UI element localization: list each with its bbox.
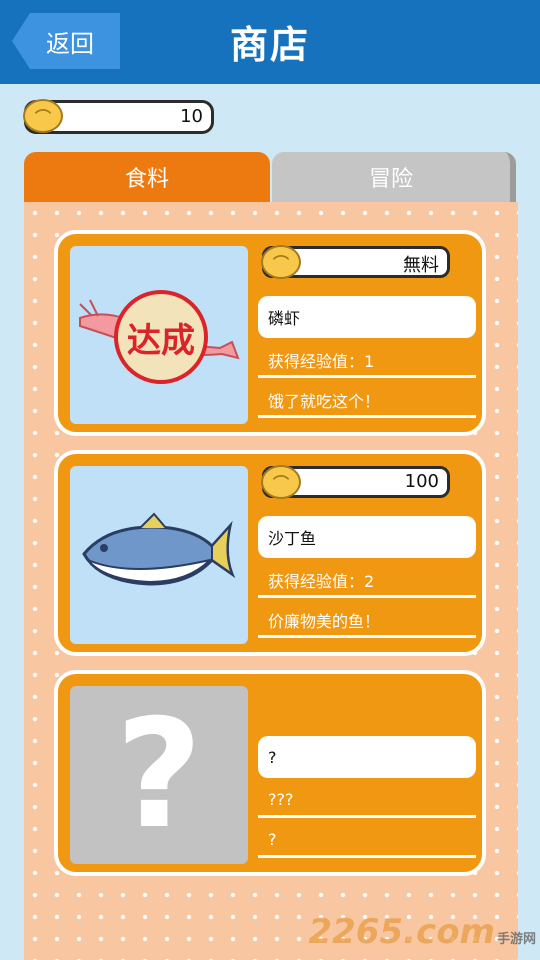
shop-item-card[interactable]: ? ? ??? ?	[54, 670, 486, 876]
currency-amount: 10	[180, 106, 203, 127]
item-name: 磷虾	[258, 296, 476, 338]
site-watermark: 2265.com 手游网	[308, 912, 536, 952]
item-description: ?	[258, 824, 476, 858]
shop-panel: 达成 ⌒ 無料 磷虾 获得经验值：1 饿了就吃这个！ ⌒ 100 沙丁鱼 获得经…	[24, 202, 518, 960]
item-image: ?	[70, 686, 248, 864]
shell-coin-icon: ⌒	[261, 465, 301, 499]
item-description: 价廉物美的鱼！	[258, 604, 476, 638]
item-exp: ???	[258, 784, 476, 818]
watermark-suffix: .com	[403, 912, 495, 952]
item-image: 达成	[70, 246, 248, 424]
item-price: ⌒ 100	[261, 465, 450, 499]
tab-adventure[interactable]: 冒险	[272, 152, 516, 202]
achieved-stamp: 达成	[114, 290, 208, 384]
page-title: 商店	[229, 23, 310, 67]
price-value: 100	[404, 471, 439, 492]
currency-display: ⌒ 10	[23, 99, 214, 134]
question-mark-icon: ?	[115, 688, 203, 862]
item-exp: 获得经验值：1	[258, 344, 476, 378]
item-name: 沙丁鱼	[258, 516, 476, 558]
watermark-number: 2265	[308, 912, 404, 952]
watermark-site: 手游网	[496, 932, 536, 947]
shell-coin-icon: ⌒	[23, 99, 63, 133]
header-bar: 返回 商店	[0, 0, 540, 84]
shell-coin-icon: ⌒	[261, 245, 301, 279]
item-exp: 获得经验值：2	[258, 564, 476, 598]
item-name: ?	[258, 736, 476, 778]
shop-item-card[interactable]: 达成 ⌒ 無料 磷虾 获得经验值：1 饿了就吃这个！	[54, 230, 486, 436]
item-price: ⌒ 無料	[261, 245, 450, 279]
shop-item-card[interactable]: ⌒ 100 沙丁鱼 获得经验值：2 价廉物美的鱼！	[54, 450, 486, 656]
tab-food[interactable]: 食料	[24, 152, 270, 202]
item-image	[70, 466, 248, 644]
price-value: 無料	[403, 255, 439, 276]
sardine-icon	[82, 512, 236, 586]
item-description: 饿了就吃这个！	[258, 384, 476, 418]
